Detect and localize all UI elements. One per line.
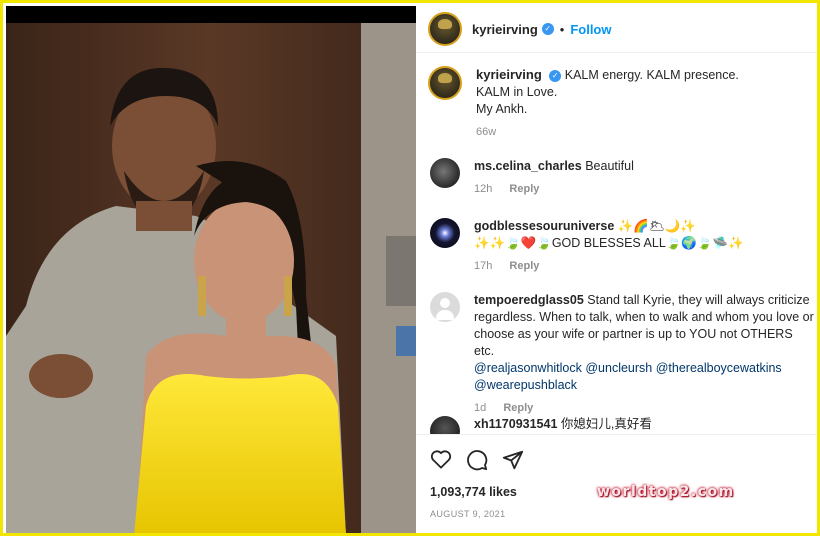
watermark-text: worldtop2.com (597, 484, 735, 500)
follow-button[interactable]: Follow (570, 22, 611, 37)
comments-list[interactable]: kyrieirving ✓ KALM energy. KALM presence… (416, 54, 817, 434)
mention-link[interactable]: @uncleursh (585, 361, 652, 375)
caption-line-3: My Ankh. (476, 102, 528, 116)
post-header: kyrieirving ✓ • Follow (416, 6, 817, 53)
post-photo[interactable] (6, 6, 416, 533)
commenter-avatar[interactable] (430, 292, 460, 322)
comment-meta: 12h Reply (474, 181, 814, 198)
action-icons (430, 449, 524, 471)
post-sidebar: kyrieirving ✓ • Follow kyrieirving ✓ KAL… (416, 6, 817, 533)
caption-body: kyrieirving ✓ KALM energy. KALM presence… (476, 66, 816, 141)
reply-button[interactable]: Reply (509, 260, 539, 272)
verified-badge-icon: ✓ (549, 69, 562, 82)
caption-username[interactable]: kyrieirving (476, 67, 542, 82)
comment-body: tempoeredglass05 Stand tall Kyrie, they … (474, 292, 814, 417)
verified-badge-icon: ✓ (541, 23, 554, 35)
comment-body: godblessesouruniverse ✨🌈🌥🌙✨ ✨✨🍃❤️🍃GOD BL… (474, 218, 814, 275)
comment-item: ms.celina_charles Beautiful 12h Reply (428, 158, 814, 198)
photo-illustration (6, 23, 416, 533)
mention-link[interactable]: @realjasonwhitlock (474, 361, 582, 375)
default-avatar-body-icon (436, 310, 454, 320)
comment-username[interactable]: xh1170931541 (474, 417, 557, 431)
comment-meta: 17h Reply (474, 258, 814, 275)
comment-icon[interactable] (466, 449, 488, 471)
caption-entry: kyrieirving ✓ KALM energy. KALM presence… (428, 66, 816, 141)
mention-link[interactable]: @therealboycewatkins (656, 361, 782, 375)
comment-text: 你媳妇儿,真好看 (560, 417, 652, 431)
separator-dot: • (559, 21, 565, 37)
commenter-avatar[interactable] (430, 416, 460, 434)
like-count[interactable]: 1,093,774 likes (430, 485, 517, 499)
commenter-avatar[interactable] (430, 158, 460, 188)
caption-time[interactable]: 66w (476, 126, 496, 138)
comment-username[interactable]: godblessesouruniverse (474, 219, 614, 233)
comment-text: Beautiful (585, 159, 634, 173)
caption-line-1: KALM energy. KALM presence. (564, 68, 739, 82)
screenshot-frame: kyrieirving ✓ • Follow kyrieirving ✓ KAL… (0, 0, 820, 536)
author-avatar[interactable] (428, 12, 462, 46)
comment-item: tempoeredglass05 Stand tall Kyrie, they … (428, 292, 814, 417)
comment-item: xh1170931541 你媳妇儿,真好看 (428, 416, 814, 434)
caption-line-2: KALM in Love. (476, 85, 558, 99)
mention-link[interactable]: @wearepushblack (474, 378, 577, 392)
reply-button[interactable]: Reply (503, 402, 533, 414)
post-date: AUGUST 9, 2021 (430, 509, 506, 519)
caption-meta: 66w (476, 124, 816, 141)
default-avatar-head-icon (440, 298, 450, 308)
comment-time[interactable]: 12h (474, 183, 492, 195)
comment-body: xh1170931541 你媳妇儿,真好看 (474, 416, 814, 434)
author-avatar[interactable] (428, 66, 462, 100)
comment-time[interactable]: 17h (474, 260, 492, 272)
comment-text: ✨🌈🌥🌙✨ (617, 219, 696, 233)
comment-username[interactable]: tempoeredglass05 (474, 293, 584, 307)
heart-icon[interactable] (430, 449, 452, 469)
comment-text-line-2: ✨✨🍃❤️🍃GOD BLESSES ALL🍃🌍🍃🛸✨ (474, 236, 744, 250)
comment-body: ms.celina_charles Beautiful 12h Reply (474, 158, 814, 198)
author-username[interactable]: kyrieirving (472, 22, 538, 37)
comment-username[interactable]: ms.celina_charles (474, 159, 582, 173)
reply-button[interactable]: Reply (509, 183, 539, 195)
paper-plane-icon[interactable] (502, 449, 524, 471)
comment-time[interactable]: 1d (474, 402, 486, 414)
comment-item: godblessesouruniverse ✨🌈🌥🌙✨ ✨✨🍃❤️🍃GOD BL… (428, 218, 814, 275)
comment-meta: 1d Reply (474, 400, 814, 417)
commenter-avatar[interactable] (430, 218, 460, 248)
